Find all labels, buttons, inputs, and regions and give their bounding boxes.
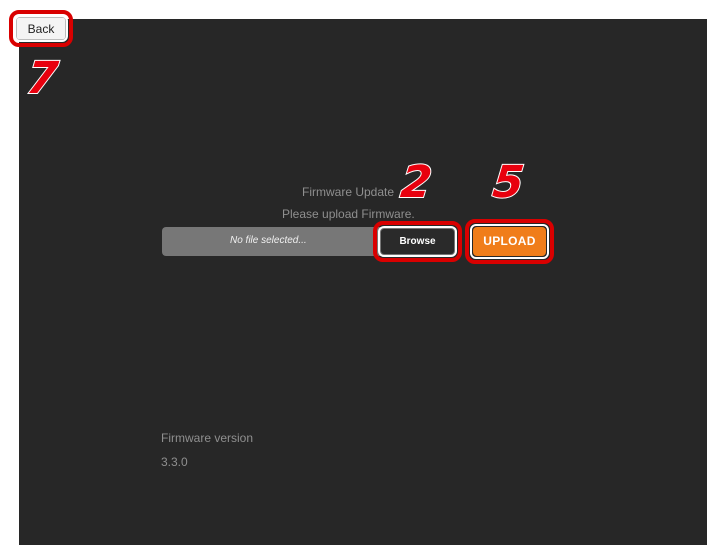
screen: Back 7 Firmware Update Please upload Fir… bbox=[0, 0, 707, 545]
firmware-version-label: Firmware version bbox=[161, 431, 254, 445]
step-2-label: 2 bbox=[397, 156, 435, 209]
file-placeholder: No file selected... bbox=[230, 235, 307, 246]
browse-callout-ring bbox=[373, 221, 462, 262]
firmware-update-title: Firmware Update bbox=[302, 185, 395, 199]
upload-prompt: Please upload Firmware. bbox=[282, 207, 415, 221]
step-5-label: 5 bbox=[489, 156, 527, 209]
firmware-version-value: 3.3.0 bbox=[161, 455, 188, 469]
firmware-update-section: Firmware Update Please upload Firmware. … bbox=[0, 0, 707, 545]
upload-callout-ring bbox=[465, 219, 554, 264]
